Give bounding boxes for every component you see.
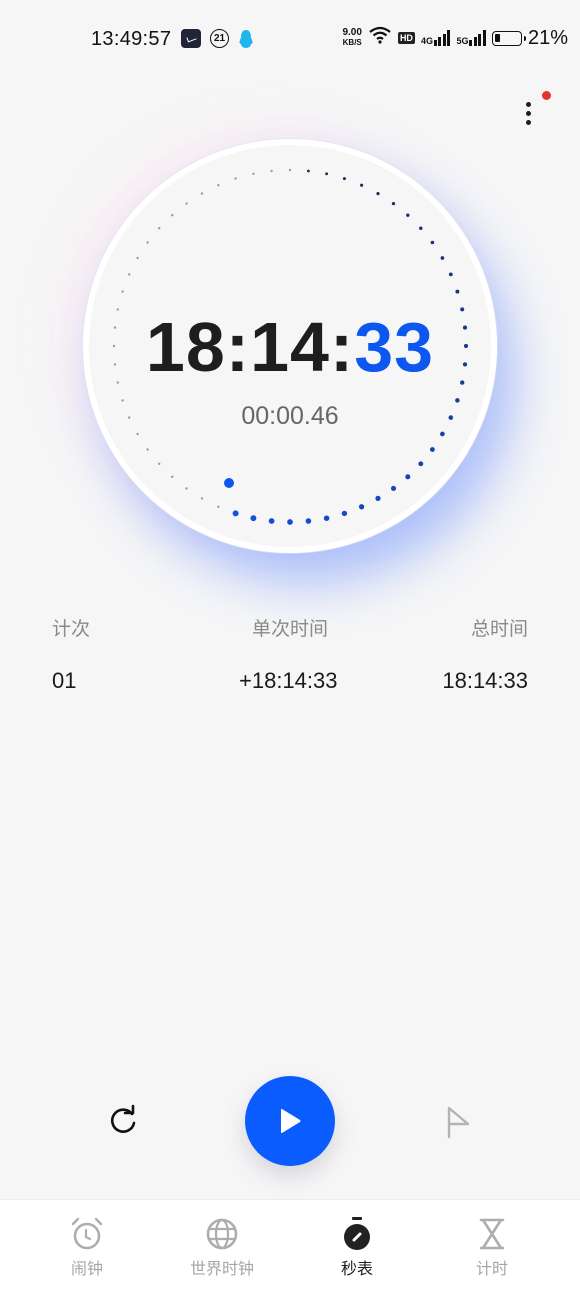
sub-time: 00:00.46 xyxy=(241,402,339,430)
battery-percent: 21% xyxy=(527,26,568,49)
dial-tick xyxy=(146,448,149,451)
dial-tick xyxy=(252,172,255,175)
dial-tick xyxy=(158,462,161,465)
signal-4g-icon: 4G xyxy=(421,30,451,46)
dial-tick xyxy=(121,290,124,293)
elapsed-time-seconds: 33 xyxy=(354,308,435,386)
dial-tick xyxy=(455,289,460,294)
tab-stopwatch[interactable]: 秒表 xyxy=(287,1200,427,1290)
notification-dot xyxy=(542,91,551,100)
dial-tick xyxy=(146,241,149,244)
dial-tick xyxy=(128,273,131,276)
dial-tick xyxy=(440,431,445,437)
hourglass-icon xyxy=(479,1218,505,1250)
dial-tick xyxy=(200,192,204,195)
wifi-icon xyxy=(368,26,392,50)
tab-world-clock[interactable]: 世界时钟 xyxy=(152,1200,292,1290)
dial-tick xyxy=(270,169,273,173)
dial-tick xyxy=(341,510,348,517)
dial-tick xyxy=(418,461,424,467)
lap-index-header: 计次 xyxy=(52,619,91,640)
lap-split: +18:14:33 xyxy=(239,668,338,693)
hd-voice-icon: HD xyxy=(397,32,415,44)
dial-tick xyxy=(136,432,139,436)
dial-tick xyxy=(325,172,329,176)
signal-4g-label: 4G xyxy=(420,36,433,46)
lap-split-header: 单次时间 xyxy=(252,619,329,640)
net-speed-value: 9.00 xyxy=(342,27,362,38)
lap-total-header: 总时间 xyxy=(470,619,528,640)
dial-position-indicator xyxy=(224,478,234,488)
dial-tick xyxy=(171,214,174,217)
dial-tick xyxy=(360,183,364,187)
tab-stopwatch-label: 秒表 xyxy=(340,1261,373,1278)
reset-icon xyxy=(110,1104,136,1133)
dial-tick xyxy=(234,177,237,180)
dial-tick xyxy=(342,177,346,181)
status-bar: 13:49:57 21 9.00 KB/S HD 4G 5G 21% xyxy=(0,0,580,78)
status-time: 13:49:57 xyxy=(91,28,172,50)
stopwatch-icon xyxy=(344,1217,370,1250)
play-icon xyxy=(281,1108,301,1134)
dial-tick xyxy=(287,519,293,525)
elapsed-time: 18:14:33 xyxy=(0,307,580,387)
tab-alarm[interactable]: 闹钟 xyxy=(17,1200,157,1290)
dial-tick xyxy=(376,192,380,196)
lap-index: 01 xyxy=(52,668,77,693)
more-options-button[interactable] xyxy=(518,91,551,132)
status-right-group: 9.00 KB/S HD 4G 5G 21% xyxy=(342,26,568,50)
dial-tick xyxy=(440,256,445,260)
tab-timer-label: 计时 xyxy=(475,1261,508,1278)
net-speed-unit: KB/S xyxy=(342,38,362,47)
dial-tick xyxy=(250,515,257,522)
signal-5g-label: 5G xyxy=(456,36,469,46)
network-speed: 9.00 KB/S xyxy=(342,28,361,48)
elapsed-time-hm: 18:14: xyxy=(145,308,355,386)
dial-tick xyxy=(419,226,423,230)
dial-tick xyxy=(390,485,397,491)
dial-tick xyxy=(158,227,161,230)
dial-tick xyxy=(405,474,411,480)
dial-tick xyxy=(307,169,310,173)
dial-tick xyxy=(288,168,292,172)
qq-penguin-icon xyxy=(238,29,254,49)
dial-tick xyxy=(217,184,220,187)
dial-tick xyxy=(375,495,381,501)
signal-5g-icon: 5G xyxy=(456,30,486,46)
reset-button[interactable] xyxy=(103,1102,143,1142)
badge-21-icon: 21 xyxy=(210,29,229,48)
alarm-clock-icon xyxy=(71,1217,103,1250)
dial-tick xyxy=(268,518,275,524)
dial-tick xyxy=(430,447,435,452)
globe-icon xyxy=(206,1218,238,1250)
dial-tick xyxy=(136,256,139,260)
tab-alarm-label: 闹钟 xyxy=(70,1261,103,1278)
start-button[interactable] xyxy=(245,1076,335,1166)
dial-tick xyxy=(391,201,396,206)
dial-tick xyxy=(217,505,220,508)
battery-icon xyxy=(491,30,526,46)
lap-button[interactable] xyxy=(442,1104,476,1140)
dial-tick xyxy=(185,487,188,490)
tab-timer[interactable]: 计时 xyxy=(422,1200,562,1290)
dial-tick xyxy=(200,497,204,500)
flag-icon xyxy=(447,1106,470,1139)
dial-tick xyxy=(448,272,453,277)
bottom-tab-bar: 闹钟 世界时钟 秒表 计时 xyxy=(0,1199,580,1290)
lap-total: 18:14:33 xyxy=(442,668,528,693)
clock-app-icon xyxy=(181,29,201,48)
dial-tick xyxy=(305,518,312,524)
tab-world-clock-label: 世界时钟 xyxy=(189,1261,254,1278)
dial-tick xyxy=(323,515,330,521)
dial-tick xyxy=(185,202,188,205)
dial-tick xyxy=(358,504,365,510)
dial-tick xyxy=(171,475,174,478)
dial-tick xyxy=(406,213,410,217)
dial-tick xyxy=(232,510,239,517)
dial-tick xyxy=(430,240,435,245)
